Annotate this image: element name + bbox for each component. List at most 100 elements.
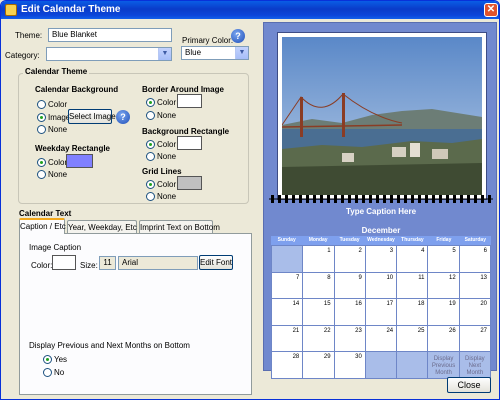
edit-font-button[interactable]: Edit Font (199, 255, 233, 270)
day-cell: 21 (272, 325, 304, 353)
window-title: Edit Calendar Theme (21, 4, 121, 15)
border-color-radio[interactable] (146, 98, 155, 107)
calendar-background-title: Calendar Background (35, 85, 119, 94)
grid-lines-title: Grid Lines (142, 167, 182, 176)
day-cell: 13 (459, 272, 491, 300)
background-color-radio[interactable] (37, 100, 46, 109)
border-color-label: Color (157, 98, 177, 107)
weekday-color-swatch[interactable] (66, 154, 93, 168)
day-cell: 30 (334, 352, 366, 379)
window-close-button[interactable]: ✕ (484, 3, 498, 17)
day-cell: 23 (334, 325, 366, 353)
grid-none-label: None (157, 192, 177, 201)
caption-color-label: Color: (31, 261, 53, 270)
display-months-no-radio[interactable] (43, 368, 52, 377)
image-caption-title: Image Caption (29, 243, 82, 252)
background-color-label: Color (48, 100, 68, 109)
preview-month: December (361, 226, 401, 235)
day-cell: 10 (365, 272, 398, 300)
grid-color-label: Color (157, 180, 177, 189)
background-rect-none-radio[interactable] (146, 152, 155, 161)
day-cell: 27 (459, 325, 491, 353)
day-cell: 20 (459, 299, 491, 326)
weekday-header: Sunday Monday Tuesday Wednesday Thursday Frid… (271, 236, 491, 245)
month-toggle-note: Display Next Month (459, 352, 491, 379)
day-cell: 24 (365, 325, 398, 353)
caption-size-label: Size: (80, 261, 98, 270)
close-button[interactable]: Close (447, 377, 491, 393)
display-months-title: Display Previous and Next Months on Bott… (29, 341, 190, 350)
caption-font-field[interactable]: Arial (118, 256, 198, 270)
tab-year-weekday-etc[interactable]: Year, Weekday, Etc (67, 220, 137, 234)
day-cell: 6 (459, 246, 491, 273)
day-cell: 7 (272, 272, 304, 300)
grid-color-radio[interactable] (146, 180, 155, 189)
category-select[interactable]: ▼ (46, 47, 172, 61)
caption-color-swatch[interactable] (52, 255, 76, 270)
primary-color-select[interactable]: Blue ▼ (181, 46, 249, 60)
theme-input[interactable]: Blue Blanket (48, 28, 172, 42)
day-cell: 22 (303, 325, 335, 353)
background-image-radio[interactable] (37, 113, 46, 122)
day-cell: 4 (397, 246, 429, 273)
calendar-preview: Type Caption Here December Sunday Monday T… (263, 22, 498, 379)
day-cell: 9 (334, 272, 366, 300)
preview-photo[interactable] (282, 37, 482, 195)
day-cell: 14 (272, 299, 304, 326)
tab-caption-etc[interactable]: Caption / Etc (19, 218, 66, 234)
day-cell: 25 (397, 325, 429, 353)
chevron-down-icon[interactable]: ▼ (235, 47, 248, 59)
primary-color-value: Blue (185, 48, 202, 57)
theme-label: Theme: (15, 31, 43, 40)
day-cell: 15 (303, 299, 335, 326)
day-cell (272, 246, 304, 273)
display-months-yes-label: Yes (54, 355, 68, 364)
day-cell (365, 352, 398, 379)
day-grid: 1 2 3 4 5 6 7 8 9 10 11 12 13 14 15 16 17 18 19 20 21 22 23 24 2… (271, 245, 491, 379)
border-none-radio[interactable] (146, 111, 155, 120)
tab-imprint-text[interactable]: Imprint Text on Bottom (139, 220, 220, 234)
background-rect-color-radio[interactable] (146, 140, 155, 149)
background-none-radio[interactable] (37, 125, 46, 134)
day-cell: 5 (428, 246, 460, 273)
background-image-label: Image (48, 113, 71, 122)
background-rect-color-label: Color (157, 140, 177, 149)
weekday-label: Wednesday (367, 237, 395, 243)
background-rect-color-swatch[interactable] (177, 136, 202, 150)
border-around-image-title: Border Around Image (142, 85, 224, 94)
day-cell: 2 (334, 246, 366, 273)
day-cell: 29 (303, 352, 335, 379)
grid-none-radio[interactable] (146, 192, 155, 201)
background-none-label: None (48, 125, 68, 134)
weekday-none-label: None (48, 170, 68, 179)
grid-color-swatch[interactable] (177, 176, 202, 190)
weekday-none-radio[interactable] (37, 170, 46, 179)
day-cell: 19 (428, 299, 460, 326)
weekday-label: Sunday (277, 237, 296, 243)
calendar-theme-title: Calendar Theme (23, 67, 90, 76)
weekday-label: Monday (308, 237, 328, 243)
help-icon[interactable]: ? (116, 110, 130, 124)
weekday-rectangle-title: Weekday Rectangle (35, 144, 110, 153)
caption-size-field[interactable]: 11 (99, 256, 116, 270)
display-months-yes-radio[interactable] (43, 355, 52, 364)
weekday-label: Tuesday (339, 237, 360, 243)
preview-calendar: Sunday Monday Tuesday Wednesday Thursday Frid… (271, 236, 491, 379)
day-cell: 11 (397, 272, 429, 300)
day-cell: 8 (303, 272, 335, 300)
chevron-down-icon[interactable]: ▼ (158, 48, 171, 60)
day-cell: 17 (365, 299, 398, 326)
select-image-button[interactable]: Select Image (68, 109, 116, 124)
golden-gate-photo (282, 37, 482, 195)
primary-color-label: Primary Color: (182, 36, 234, 45)
preview-caption[interactable]: Type Caption Here (264, 207, 498, 216)
help-icon[interactable]: ? (231, 29, 245, 43)
weekday-color-radio[interactable] (37, 158, 46, 167)
title-bar: Edit Calendar Theme ✕ (1, 1, 499, 19)
day-cell: 26 (428, 325, 460, 353)
calendar-text-title: Calendar Text (19, 209, 72, 218)
calendar-binding (269, 195, 493, 203)
weekday-label: Saturday (464, 237, 486, 243)
background-rectangle-title: Background Rectangle (142, 127, 230, 136)
border-color-swatch[interactable] (177, 94, 202, 108)
